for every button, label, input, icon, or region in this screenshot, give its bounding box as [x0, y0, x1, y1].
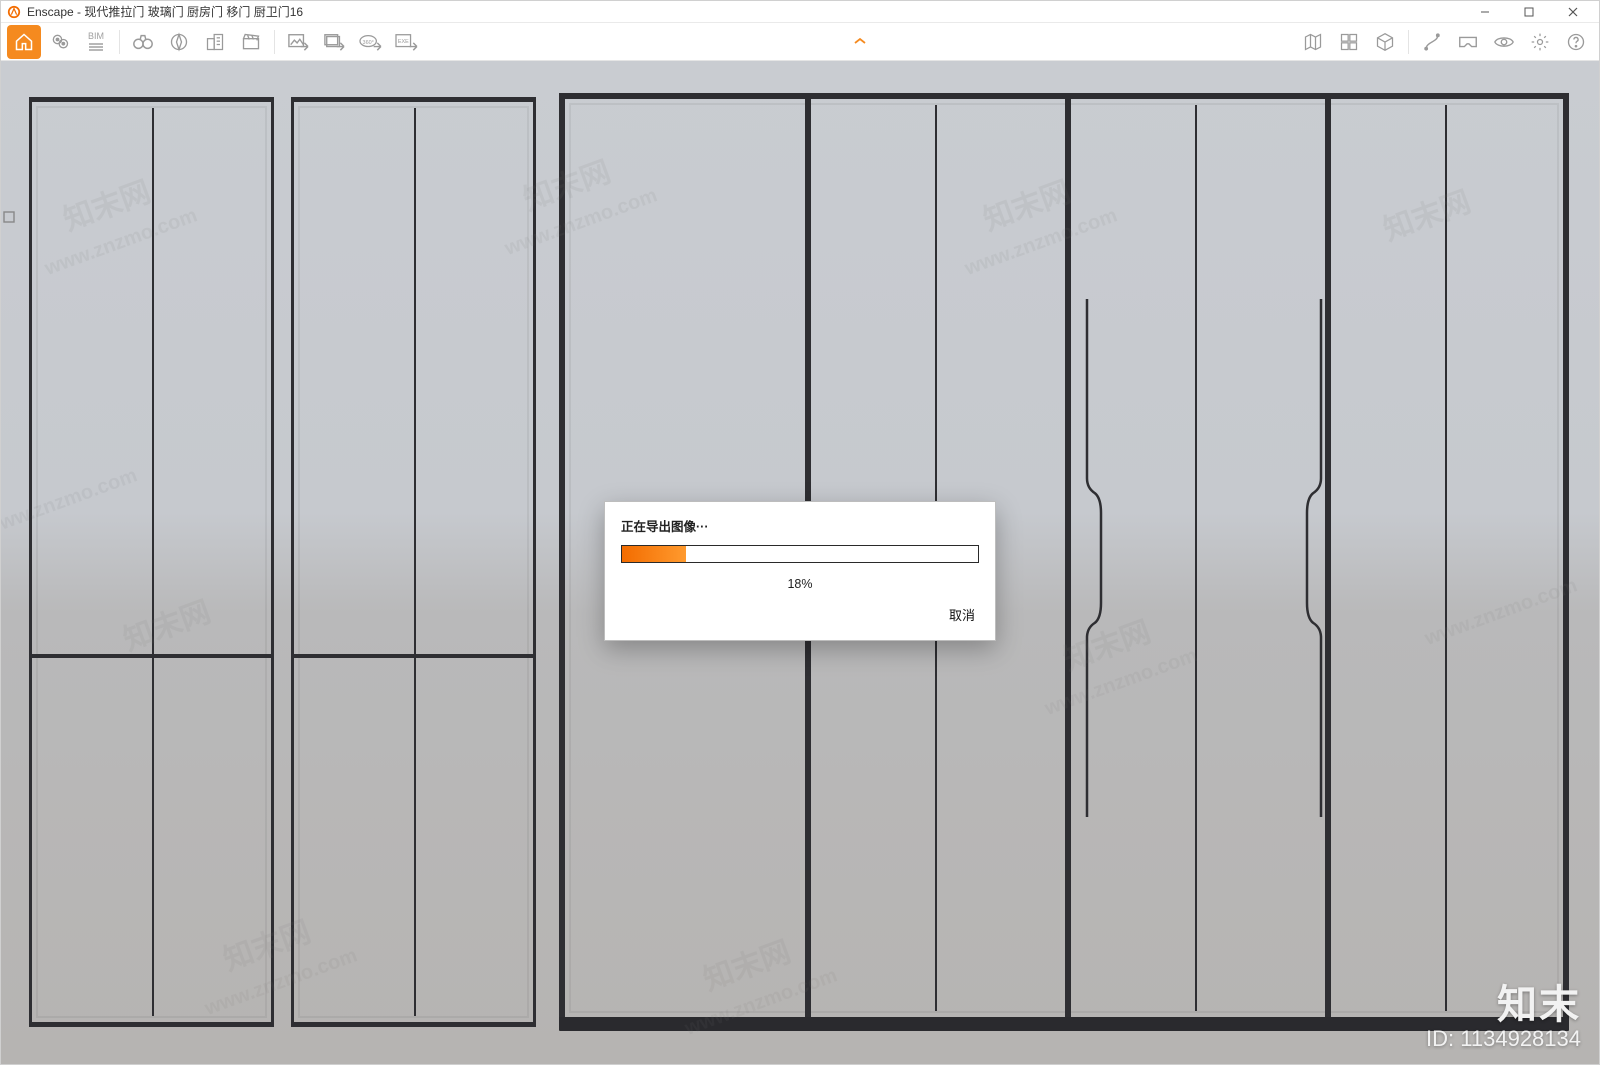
door-handle-icon: [1305, 299, 1323, 817]
close-button[interactable]: [1551, 1, 1595, 23]
toolbar-spacer: [425, 37, 1294, 47]
door-panel: [291, 97, 536, 1027]
title-bar: Enscape - 现代推拉门 玻璃门 厨房门 移门 厨卫门16: [1, 1, 1599, 23]
asset-library-button[interactable]: [1332, 25, 1366, 59]
export-exe-button[interactable]: EXE: [389, 25, 423, 59]
cancel-button[interactable]: 取消: [949, 605, 975, 624]
export-progress-dialog: 正在导出图像··· 18% 取消: [604, 501, 996, 641]
dialog-title: 正在导出图像···: [605, 502, 995, 545]
toolbar-separator: [119, 30, 120, 54]
app-name: Enscape: [27, 5, 74, 19]
host-app-edge-icon: [1, 211, 17, 251]
app-window: Enscape - 现代推拉门 玻璃门 厨房门 移门 厨卫门16 BIM: [0, 0, 1600, 1065]
document-title: 现代推拉门 玻璃门 厨房门 移门 厨卫门16: [84, 5, 303, 19]
vr-headset-button[interactable]: [1451, 25, 1485, 59]
window-title: Enscape - 现代推拉门 玻璃门 厨房门 移门 厨卫门16: [27, 3, 1463, 20]
enscape-logo-icon: [7, 5, 21, 19]
walk-path-button[interactable]: [1415, 25, 1449, 59]
settings-button[interactable]: [1523, 25, 1557, 59]
door-handle-icon: [1085, 299, 1103, 817]
svg-text:360°: 360°: [363, 39, 374, 45]
window-controls: [1463, 1, 1595, 23]
help-button[interactable]: [1559, 25, 1593, 59]
building-button[interactable]: [198, 25, 232, 59]
export-image-button[interactable]: [281, 25, 315, 59]
toolbar-separator: [1408, 30, 1409, 54]
export-batch-button[interactable]: [317, 25, 351, 59]
progress-bar-fill: [622, 546, 686, 562]
door-panel: [29, 97, 274, 1027]
home-button[interactable]: [7, 25, 41, 59]
export-360-button[interactable]: 360°: [353, 25, 387, 59]
main-toolbar: BIM 360° EXE: [1, 23, 1599, 61]
progress-bar: [621, 545, 979, 563]
eye-preview-button[interactable]: [1487, 25, 1521, 59]
minimize-button[interactable]: [1463, 1, 1507, 23]
maximize-button[interactable]: [1507, 1, 1551, 23]
svg-text:EXE: EXE: [398, 38, 409, 44]
viewport[interactable]: 知末网 www.znzmo.com 知末网 www.znzmo.com 知末网 …: [1, 61, 1599, 1064]
progress-percent-label: 18%: [605, 571, 995, 605]
binoculars-button[interactable]: [126, 25, 160, 59]
collapse-toolbar-button[interactable]: [843, 35, 877, 47]
bim-menu-button[interactable]: BIM: [79, 25, 113, 59]
compass-button[interactable]: [162, 25, 196, 59]
site-map-button[interactable]: [1296, 25, 1330, 59]
toolbar-separator: [274, 30, 275, 54]
map-pin-button[interactable]: [43, 25, 77, 59]
bim-label: BIM: [88, 32, 104, 41]
cube-view-button[interactable]: [1368, 25, 1402, 59]
clapperboard-button[interactable]: [234, 25, 268, 59]
